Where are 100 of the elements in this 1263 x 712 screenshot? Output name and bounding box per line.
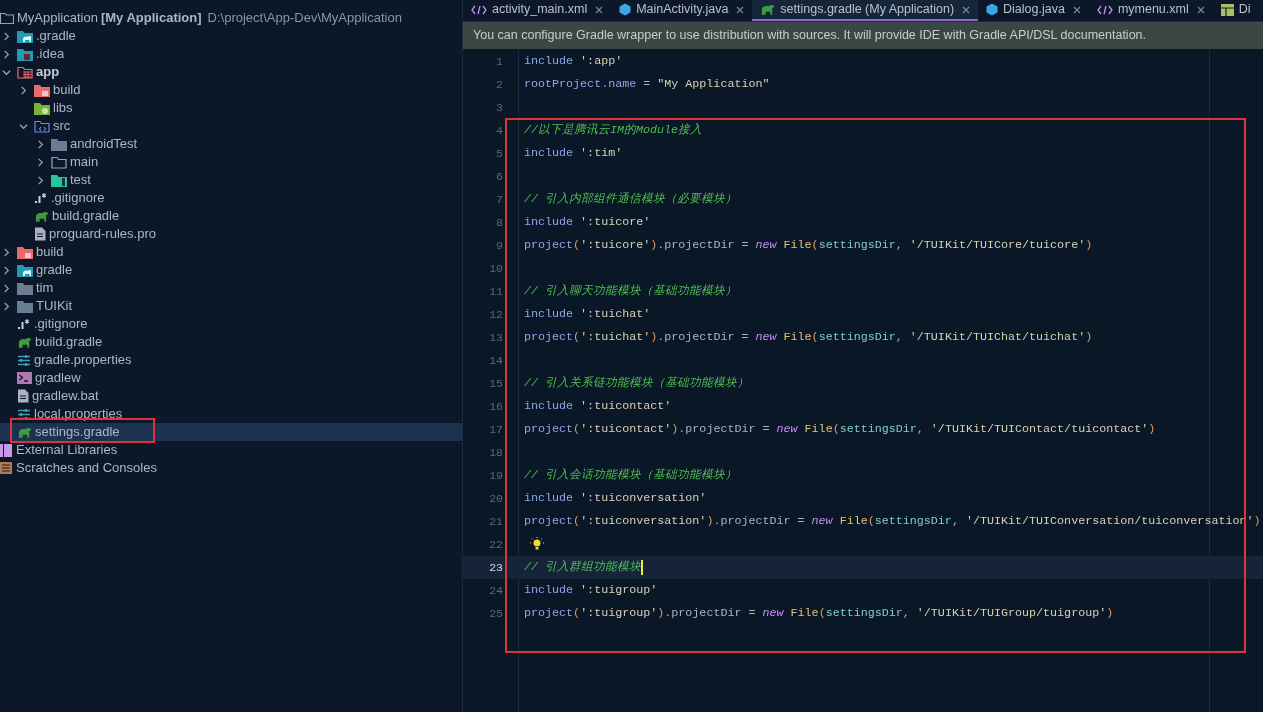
elephant-icon — [760, 3, 776, 16]
close-icon[interactable] — [736, 5, 745, 14]
tree-item[interactable]: androidTest — [0, 135, 462, 153]
editor-tab[interactable]: Di — [1212, 0, 1259, 21]
line-number: 13 — [488, 329, 503, 346]
tree-item[interactable]: build.gradle — [0, 207, 462, 225]
code-line: // 引入内部组件通信模块（必要模块） — [524, 190, 738, 208]
tree-item[interactable]: local.properties — [0, 405, 462, 423]
tree-item[interactable]: main — [0, 153, 462, 171]
gitignore-icon — [34, 192, 48, 204]
line-number: 4 — [495, 122, 503, 139]
tree-item[interactable]: Scratches and Consoles — [0, 459, 462, 477]
terminal-icon — [17, 372, 32, 384]
tree-item-label: gradle.properties — [34, 351, 132, 370]
code-line: include ':tim' — [524, 144, 623, 162]
tree-item[interactable]: build — [0, 243, 462, 261]
line-number: 2 — [495, 76, 503, 93]
code-line: include ':tuigroup' — [524, 581, 658, 599]
line-number: 16 — [488, 398, 503, 415]
lightbulb-icon[interactable] — [530, 537, 544, 552]
code-line: include ':tuicore' — [524, 213, 651, 231]
line-number: 14 — [488, 352, 503, 369]
tree-item[interactable]: .idea — [0, 45, 462, 63]
code-line: project(':tuicore').projectDir = new File(settingsDir, '/TUIKit/TUICore/tuicore') — [524, 236, 1093, 254]
tree-item[interactable]: gradlew.bat — [0, 387, 462, 405]
tree-item[interactable]: gradlew — [0, 369, 462, 387]
tree-item-label: gradle — [36, 261, 73, 280]
tree-item-label: .idea — [36, 45, 65, 64]
folder-icon — [34, 83, 50, 97]
tree-item[interactable]: .gitignore — [0, 315, 462, 333]
code-line: // 引入会话功能模块（基础功能模块） — [524, 466, 738, 484]
tree-item[interactable]: proguard-rules.pro — [0, 225, 462, 243]
code-line: // 引入群组功能模块 — [524, 558, 642, 576]
tree-item[interactable]: src — [0, 117, 462, 135]
line-number: 10 — [488, 260, 503, 277]
editor-tab[interactable]: MainActivity.java — [611, 0, 753, 21]
line-number: 3 — [495, 99, 503, 116]
project-path: D:\project\App-Dev\MyApplication — [207, 9, 402, 28]
code-icon — [471, 4, 487, 15]
editor-tab[interactable]: Dialog.java — [978, 0, 1089, 21]
tree-item[interactable]: gradle — [0, 261, 462, 279]
tree-item-label: proguard-rules.pro — [49, 225, 156, 244]
tree-item[interactable]: gradle.properties — [0, 351, 462, 369]
tree-item[interactable]: .gitignore — [0, 189, 462, 207]
line-number: 24 — [488, 582, 503, 599]
folder-icon — [51, 173, 67, 187]
line-number: 22 — [488, 536, 503, 553]
line-number: 19 — [488, 467, 503, 484]
close-icon[interactable] — [962, 5, 971, 14]
editor-tab[interactable]: activity_main.xml — [463, 0, 612, 21]
module-name: [My Application] — [100, 9, 202, 28]
tree-item-label: src — [53, 117, 71, 136]
tree-item[interactable]: build — [0, 81, 462, 99]
line-number: 7 — [495, 191, 503, 208]
code-line: include ':tuichat' — [524, 305, 651, 323]
tab-label: MainActivity.java — [636, 1, 729, 19]
line-number: 15 — [488, 375, 503, 392]
editor-tab[interactable]: mymenu.xml — [1088, 0, 1213, 21]
tree-item-label: androidTest — [70, 135, 138, 154]
code-line: // 引入关系链功能模块（基础功能模块） — [524, 374, 750, 392]
close-icon[interactable] — [1196, 5, 1205, 14]
code-line: include ':tuicontact' — [524, 397, 672, 415]
properties-icon — [17, 407, 31, 421]
tree-item[interactable]: libs — [0, 99, 462, 117]
code-icon — [1096, 4, 1113, 15]
folder-icon — [34, 101, 50, 115]
line-number: 23 — [488, 559, 503, 576]
folder-icon — [17, 47, 33, 61]
file-icon — [17, 389, 29, 403]
chevron-right-icon[interactable] — [19, 85, 28, 95]
tree-item-label: TUIKit — [36, 297, 73, 316]
tree-item[interactable]: build.gradle — [0, 333, 462, 351]
tree-item[interactable]: app — [0, 63, 462, 81]
tree-item[interactable]: test — [0, 171, 462, 189]
tree-item[interactable]: tim — [0, 279, 462, 297]
line-number: 1 — [495, 53, 503, 70]
code-line: include ':app' — [524, 52, 623, 70]
folder-icon — [17, 281, 33, 295]
chevron-down-icon[interactable] — [19, 121, 28, 131]
tree-item-label: build.gradle — [35, 333, 103, 352]
text-cursor — [641, 560, 644, 575]
code-line: // 引入聊天功能模块（基础功能模块） — [524, 282, 738, 300]
line-number: 8 — [495, 214, 503, 231]
chevron-down-icon[interactable] — [2, 67, 11, 77]
tab-label: Dialog.java — [1003, 1, 1065, 19]
tree-item[interactable]: settings.gradle — [0, 423, 462, 441]
tree-item-label: build — [36, 243, 64, 262]
code-line: //以下是腾讯云IM的Module接入 — [524, 121, 703, 139]
tree-item-label: tim — [36, 279, 54, 298]
folder-icon — [51, 137, 67, 151]
line-number: 20 — [488, 490, 503, 507]
tree-item[interactable]: .gradle — [0, 27, 462, 45]
close-icon[interactable] — [595, 5, 604, 14]
tree-item[interactable]: External Libraries — [0, 441, 462, 459]
properties-icon — [17, 353, 31, 367]
tree-item[interactable]: TUIKit — [0, 297, 462, 315]
editor-tab[interactable]: settings.gradle (My Application) — [752, 0, 979, 21]
close-icon[interactable] — [1072, 5, 1081, 14]
elephant-icon — [34, 209, 49, 223]
line-number: 6 — [495, 168, 503, 185]
